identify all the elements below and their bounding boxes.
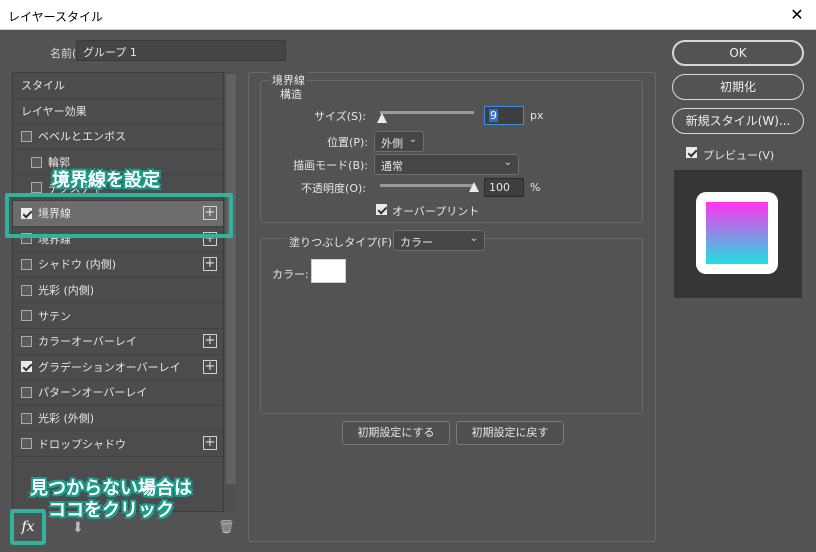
size-slider-track[interactable] bbox=[380, 111, 474, 114]
chevron-down-icon: ⌄ bbox=[469, 233, 478, 244]
opacity-unit: % bbox=[530, 181, 541, 194]
overprint-checkbox[interactable] bbox=[376, 204, 387, 215]
style-item-label: 光彩 (内側) bbox=[38, 284, 95, 298]
add-icon[interactable]: + bbox=[203, 333, 217, 348]
style-item-label: スタイル bbox=[21, 79, 65, 93]
position-value: 外側 bbox=[381, 137, 403, 150]
preview-checkbox[interactable] bbox=[686, 147, 697, 158]
style-item-label: レイヤー効果 bbox=[21, 104, 87, 118]
move-down-icon[interactable]: ⬇ bbox=[72, 520, 84, 536]
size-input[interactable]: 9 bbox=[484, 106, 524, 125]
ok-button[interactable]: OK bbox=[672, 40, 804, 66]
style-checkbox[interactable] bbox=[21, 361, 32, 373]
new-style-button[interactable]: 新規スタイル(W)... bbox=[672, 108, 804, 134]
stroke-structure-section bbox=[260, 80, 643, 223]
style-checkbox[interactable] bbox=[21, 284, 32, 296]
styles-list: スタイル レイヤー効果 ベベルとエンボス 輪郭 テクスチャ 境界線 + 境界線 + シャドウ (内… bbox=[12, 72, 224, 512]
size-slider-thumb[interactable] bbox=[376, 113, 387, 123]
style-checkbox[interactable] bbox=[21, 386, 32, 398]
blend-mode-select[interactable]: 通常 ⌄ bbox=[374, 154, 519, 175]
style-item[interactable]: グラデーションオーバーレイ + bbox=[13, 355, 223, 381]
window-title: レイヤースタイル bbox=[8, 10, 104, 24]
style-checkbox[interactable] bbox=[21, 335, 32, 347]
style-item[interactable]: シャドウ (内側) + bbox=[13, 252, 223, 278]
position-label: 位置(P): bbox=[327, 136, 368, 149]
position-select[interactable]: 外側 ⌄ bbox=[374, 131, 424, 152]
not-found-callout: 見つからない場合は ココをクリック bbox=[30, 478, 192, 522]
style-checkbox[interactable] bbox=[21, 258, 32, 270]
add-icon[interactable]: + bbox=[203, 436, 217, 451]
color-label: カラー: bbox=[272, 268, 309, 281]
set-stroke-callout: 境界線を設定 bbox=[52, 170, 160, 191]
opacity-slider-thumb[interactable] bbox=[469, 182, 479, 192]
style-checkbox[interactable] bbox=[21, 412, 32, 424]
chevron-down-icon: ⌄ bbox=[503, 157, 512, 168]
trash-icon[interactable]: 🗑 bbox=[218, 520, 235, 535]
fill-type-value: カラー bbox=[400, 236, 433, 249]
close-icon[interactable]: ✕ bbox=[786, 4, 808, 26]
opacity-slider-track[interactable] bbox=[380, 184, 474, 187]
title-bar: レイヤースタイル ✕ bbox=[0, 0, 816, 30]
style-item-label: ドロップシャドウ bbox=[38, 437, 126, 451]
stroke-highlight-frame bbox=[5, 193, 233, 238]
fx-icon[interactable]: fx bbox=[10, 509, 46, 545]
opacity-value: 100 bbox=[489, 181, 510, 194]
not-found-line2: ココをクリック bbox=[48, 500, 174, 521]
opacity-label: 不透明度(O): bbox=[301, 182, 366, 195]
structure-subtitle: 構造 bbox=[280, 88, 302, 101]
add-icon[interactable]: + bbox=[203, 359, 217, 374]
style-item-label: サテン bbox=[38, 309, 71, 323]
style-item[interactable]: パターンオーバーレイ bbox=[13, 380, 223, 406]
reset-default-button[interactable]: 初期設定に戻す bbox=[456, 421, 564, 445]
size-unit: px bbox=[530, 109, 544, 122]
chevron-down-icon: ⌄ bbox=[408, 134, 417, 145]
fill-type-select[interactable]: カラー ⌄ bbox=[393, 230, 485, 251]
style-checkbox[interactable] bbox=[31, 156, 42, 168]
styles-scrollbar[interactable] bbox=[224, 72, 238, 512]
not-found-line1: 見つからない場合は bbox=[30, 478, 192, 499]
style-item-label: シャドウ (内側) bbox=[38, 258, 117, 272]
style-item-label: カラーオーバーレイ bbox=[38, 335, 137, 349]
style-item[interactable]: 光彩 (内側) bbox=[13, 278, 223, 304]
make-default-button[interactable]: 初期設定にする bbox=[342, 421, 450, 445]
size-label: サイズ(S): bbox=[314, 110, 366, 123]
style-checkbox[interactable] bbox=[21, 438, 32, 450]
add-icon[interactable]: + bbox=[203, 257, 217, 272]
preview-gradient bbox=[706, 202, 768, 264]
style-checkbox[interactable] bbox=[21, 130, 32, 142]
name-input[interactable]: グループ 1 bbox=[76, 40, 286, 61]
blend-mode-label: 描画モード(B): bbox=[293, 159, 368, 172]
style-item-label: グラデーションオーバーレイ bbox=[38, 360, 181, 374]
reset-button[interactable]: 初期化 bbox=[672, 74, 804, 100]
overprint-label: オーバープリント bbox=[392, 205, 480, 218]
style-item-label: 光彩 (外側) bbox=[38, 412, 95, 426]
fill-type-label: 塗りつぶしタイプ(F): bbox=[286, 234, 399, 250]
style-checkbox[interactable] bbox=[31, 182, 42, 194]
style-item[interactable]: スタイル bbox=[13, 73, 223, 99]
style-item[interactable]: レイヤー効果 bbox=[13, 99, 223, 125]
style-item[interactable]: カラーオーバーレイ + bbox=[13, 329, 223, 355]
size-value: 9 bbox=[489, 109, 498, 122]
color-swatch[interactable] bbox=[311, 259, 346, 283]
opacity-input[interactable]: 100 bbox=[484, 178, 524, 197]
style-item[interactable]: ベベルとエンボス bbox=[13, 124, 223, 150]
scrollbar-thumb[interactable] bbox=[226, 74, 236, 484]
preview-label: プレビュー(V) bbox=[703, 149, 775, 162]
style-item[interactable]: ドロップシャドウ + bbox=[13, 431, 223, 457]
style-checkbox[interactable] bbox=[21, 310, 32, 322]
style-item-label: パターンオーバーレイ bbox=[38, 386, 148, 400]
style-item[interactable]: サテン bbox=[13, 303, 223, 329]
style-item[interactable]: 光彩 (外側) bbox=[13, 406, 223, 432]
style-item-label: ベベルとエンボス bbox=[38, 130, 126, 144]
blend-mode-value: 通常 bbox=[381, 160, 403, 173]
